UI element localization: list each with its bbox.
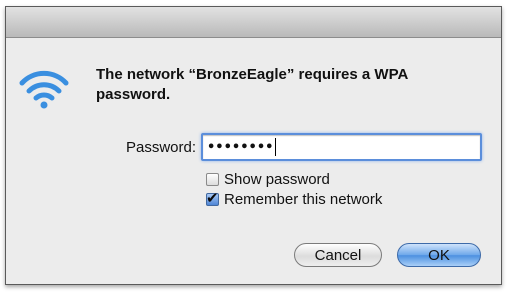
ok-button[interactable]: OK (397, 243, 481, 267)
remember-network-label: Remember this network (224, 191, 383, 208)
remember-network-option[interactable]: ✔ Remember this network (206, 189, 383, 208)
title-bar[interactable] (6, 7, 501, 38)
remember-network-checkbox[interactable]: ✔ (206, 189, 219, 207)
dialog-message: The network “BronzeEagle” requires a WPA… (96, 66, 408, 103)
wifi-icon (19, 65, 69, 111)
password-label: Password: (125, 139, 196, 156)
show-password-option[interactable]: Show password (206, 171, 330, 188)
password-field[interactable]: •••••••• (201, 133, 482, 161)
checkmark-icon: ✔ (206, 189, 219, 207)
show-password-label: Show password (224, 171, 330, 188)
text-caret (275, 138, 277, 156)
wifi-password-dialog: The network “BronzeEagle” requires a WPA… (5, 6, 502, 285)
password-mask: •••••••• (207, 139, 274, 155)
cancel-button[interactable]: Cancel (294, 243, 382, 267)
show-password-checkbox[interactable] (206, 173, 219, 186)
